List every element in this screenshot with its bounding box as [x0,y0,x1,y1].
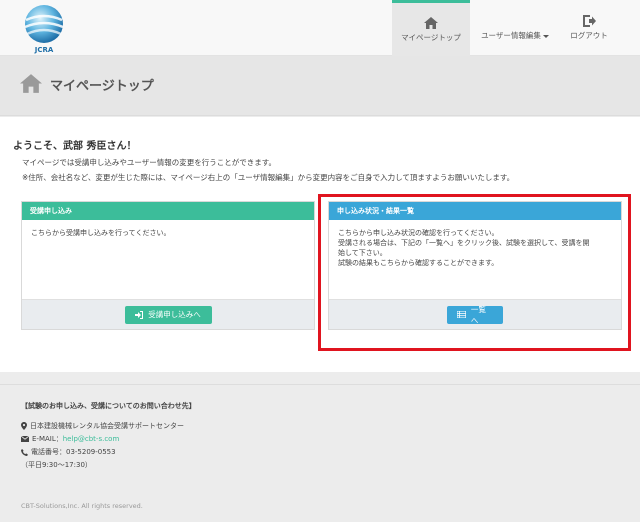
nav-mypage-label: マイページトップ [401,32,461,42]
application-panel-footer: 受講申し込みへ [22,300,314,329]
application-panel-heading: 受講申し込み [22,202,314,220]
intro-text-2: ※住所、会社名など、変更が生じた際には、マイページ右上の「ユーザ情報編集」から変… [22,173,515,182]
contact-org: 日本建設機械レンタル協会受講サポートセンター [21,421,184,431]
page-header: マイページトップ [0,56,640,116]
status-panel-text-2: 受講される場合は、下記の「一覧へ」をクリック後、試験を選択して、受講を開 [338,239,590,247]
status-panel-text-4: 試験の結果もこちらから確認することができます。 [338,259,499,267]
apply-button[interactable]: 受講申し込みへ [124,305,212,324]
list-icon [457,311,466,318]
nav-logout-label: ログアウト [570,31,608,40]
nav-user-edit[interactable]: ユーザー情報編集 [478,0,552,56]
home-icon [20,74,42,93]
home-icon [424,16,438,29]
status-panel-body: こちらから申し込み状況の確認を行ってください。 受講される場合は、下記の「一覧へ… [329,220,621,300]
email-link[interactable]: help@cbt-s.com [63,435,120,443]
welcome-message: ようこそ、武部 秀臣さん！ [13,141,137,152]
contact-hours-text: （平日9:30〜17:30） [21,461,92,469]
sign-in-icon [135,310,144,319]
main-content: ようこそ、武部 秀臣さん！ マイページでは受講申し込みやユーザー情報の変更を行う… [0,117,640,372]
nav-mypage-top[interactable]: マイページトップ [392,0,470,56]
logout-icon [582,15,596,27]
caret-down-icon [542,34,549,38]
application-panel-body: こちらから受講申し込みを行ってください。 [22,220,314,300]
logo-text: JCRA [34,46,54,54]
status-panel: 申し込み状況・結果一覧 こちらから申し込み状況の確認を行ってください。 受講され… [328,201,622,330]
status-panel-text-3: 始して下さい。 [338,249,387,257]
contact-phone-text: 電話番号：03-5209-0553 [31,448,116,456]
contact-email-label: E-MAIL： [32,435,63,443]
contact-hours: （平日9:30〜17:30） [21,460,92,470]
intro-text-1: マイページでは受講申し込みやユーザー情報の変更を行うことができます。 [22,158,276,167]
jcra-logo[interactable]: JCRA [22,2,66,54]
status-panel-text-1: こちらから申し込み状況の確認を行ってください。 [338,229,499,237]
contact-email: E-MAIL： help@cbt-s.com [21,434,119,444]
list-button[interactable]: 一覧へ [447,304,503,325]
copyright: CBT-Solutions,Inc. All rights reserved. [21,502,143,510]
contact-phone: 電話番号：03-5209-0553 [21,447,116,457]
nav-logout[interactable]: ログアウト [558,0,620,56]
contact-org-text: 日本建設機械レンタル協会受講サポートセンター [30,422,184,430]
status-panel-footer: 一覧へ [329,300,621,329]
application-panel-text: こちらから受講申し込みを行ってください。 [31,229,171,237]
top-navbar: JCRA マイページトップ ユーザー情報編集 ログアウト [0,0,640,56]
page-title: マイページトップ [50,79,154,94]
envelope-icon [21,436,29,442]
application-panel: 受講申し込み こちらから受講申し込みを行ってください。 受講申し込みへ [21,201,315,330]
list-button-label: 一覧へ [470,304,486,325]
site-footer: 【試験のお申し込み、受講についてのお問い合わせ先】 日本建設機械レンタル協会受講… [0,384,640,522]
phone-icon [21,448,28,456]
contact-title: 【試験のお申し込み、受講についてのお問い合わせ先】 [21,402,196,410]
nav-user-edit-label: ユーザー情報編集 [481,31,541,40]
apply-button-label: 受講申し込みへ [148,310,201,319]
status-panel-heading: 申し込み状況・結果一覧 [329,202,621,220]
map-marker-icon [21,422,27,430]
